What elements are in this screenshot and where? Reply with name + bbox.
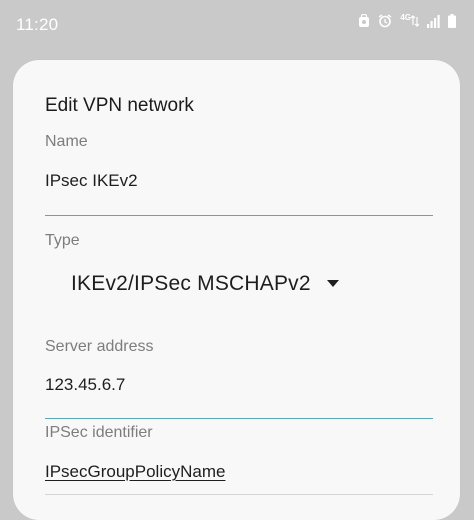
dropdown-arrow-icon (326, 279, 339, 287)
name-label: Name (45, 133, 88, 150)
status-time: 11:20 (16, 15, 59, 34)
ipsec-identifier-label: IPSec identifier (45, 424, 153, 441)
network-type-label: 4G (400, 13, 411, 22)
server-address-underline (45, 418, 433, 419)
battery-icon (448, 14, 456, 28)
carrier-app-icon (358, 14, 370, 28)
ipsec-identifier-field[interactable]: IPsecGroupPolicyName (45, 462, 225, 482)
name-field-underline (45, 215, 433, 216)
mobile-data-icon: 4G (400, 13, 419, 27)
ipsec-identifier-underline (45, 494, 433, 495)
name-field[interactable]: IPsec IKEv2 (45, 171, 138, 191)
edit-vpn-dialog: Edit VPN network Name IPsec IKEv2 Type I… (13, 60, 460, 520)
server-address-label: Server address (45, 338, 154, 355)
status-icons: 4G (358, 14, 456, 28)
dialog-title: Edit VPN network (45, 95, 194, 116)
type-dropdown[interactable]: IKEv2/IPSec MSCHAPv2 (71, 272, 339, 296)
type-label: Type (45, 232, 80, 249)
type-dropdown-value: IKEv2/IPSec MSCHAPv2 (71, 272, 311, 295)
signal-icon (427, 14, 440, 28)
alarm-icon (378, 14, 392, 28)
status-bar: 11:20 4G (0, 0, 474, 52)
server-address-field[interactable]: 123.45.6.7 (45, 375, 125, 395)
